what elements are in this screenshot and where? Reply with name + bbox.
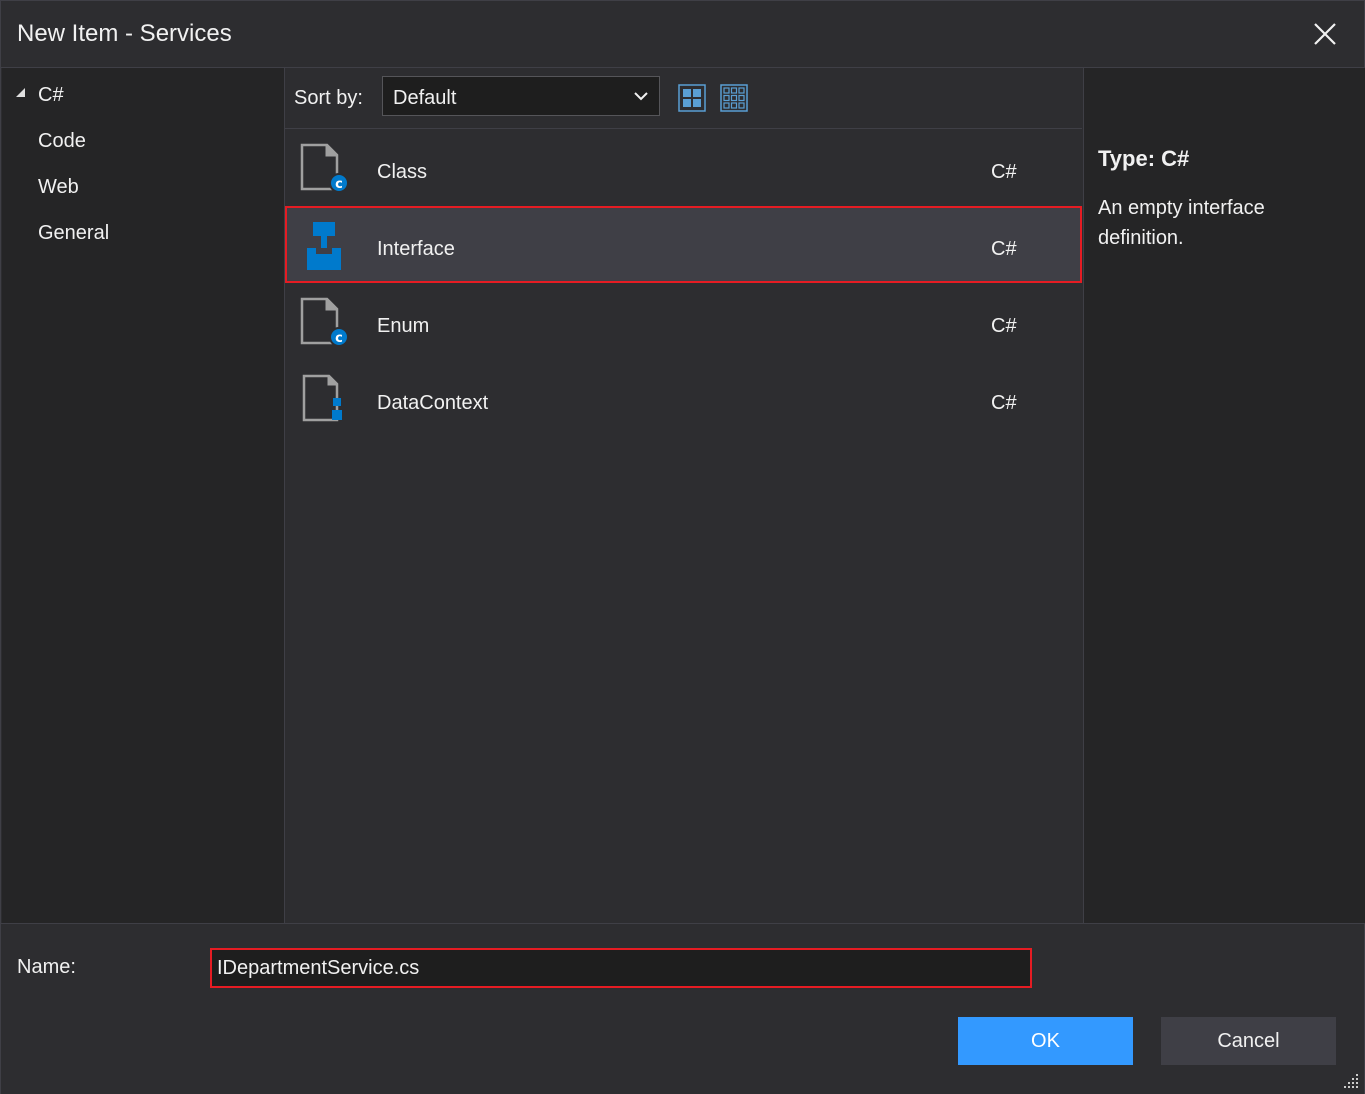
- chevron-down-icon: [634, 92, 648, 101]
- svg-text:c: c: [335, 331, 343, 346]
- name-input[interactable]: [210, 948, 1032, 988]
- medium-icons-view-icon: [678, 84, 706, 112]
- tree-item-csharp[interactable]: C#: [38, 84, 64, 107]
- close-icon: [1314, 23, 1336, 45]
- enum-file-icon: c: [300, 297, 349, 347]
- template-language: C#: [991, 315, 1017, 337]
- template-language: C#: [991, 161, 1017, 183]
- template-item-class[interactable]: c Class C#: [285, 129, 1082, 206]
- small-icons-view-button[interactable]: [720, 84, 748, 112]
- medium-icons-view-button[interactable]: [678, 84, 706, 112]
- template-language: C#: [991, 392, 1017, 414]
- sort-by-value: Default: [393, 87, 457, 109]
- template-name: Enum: [377, 315, 430, 337]
- tree-item-web[interactable]: Web: [38, 176, 79, 199]
- template-name: DataContext: [377, 392, 489, 414]
- new-item-dialog: New Item - Services C# Code Web General …: [0, 0, 1365, 1094]
- class-file-icon: c: [300, 143, 349, 193]
- datacontext-file-icon: [302, 374, 342, 422]
- ok-button[interactable]: OK: [958, 1017, 1133, 1065]
- detail-description: An empty interface definition.: [1098, 197, 1265, 249]
- small-icons-view-icon: [720, 84, 748, 112]
- close-button[interactable]: [1312, 21, 1338, 47]
- template-item-interface[interactable]: Interface C#: [285, 206, 1082, 283]
- sort-toolbar: Sort by: Default: [285, 68, 1082, 129]
- expand-arrow-icon[interactable]: [16, 88, 25, 97]
- template-item-datacontext[interactable]: DataContext C#: [285, 360, 1082, 437]
- dialog-title: New Item - Services: [17, 20, 232, 47]
- dialog-footer: Name: OK Cancel: [1, 923, 1364, 1094]
- sort-by-dropdown[interactable]: Default: [382, 76, 660, 116]
- interface-icon: [307, 222, 341, 270]
- template-detail-pane: Type: C# An empty interface definition.: [1083, 68, 1365, 923]
- template-item-enum[interactable]: c Enum C#: [285, 283, 1082, 360]
- template-name: Interface: [377, 238, 455, 260]
- name-label: Name:: [17, 956, 76, 978]
- template-name: Class: [377, 161, 428, 183]
- template-list-pane: Sort by: Default c Class C# Interface C#…: [285, 68, 1082, 923]
- title-bar: New Item - Services: [1, 1, 1364, 68]
- sort-by-label: Sort by:: [294, 87, 363, 109]
- resize-grip-icon[interactable]: [1340, 1070, 1360, 1090]
- tree-item-general[interactable]: General: [38, 222, 109, 245]
- detail-type: Type: C#: [1098, 146, 1190, 171]
- template-category-tree: C# Code Web General: [2, 68, 285, 923]
- cancel-button[interactable]: Cancel: [1161, 1017, 1336, 1065]
- svg-text:c: c: [335, 177, 343, 192]
- tree-item-code[interactable]: Code: [38, 130, 86, 153]
- template-language: C#: [991, 238, 1017, 260]
